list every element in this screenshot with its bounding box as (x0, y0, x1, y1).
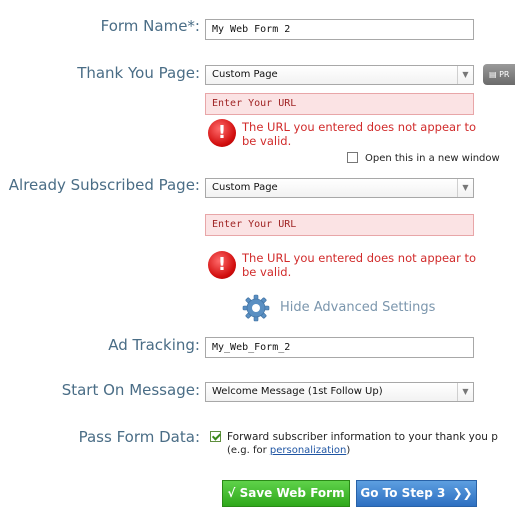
thank-you-page-select[interactable]: Custom Page ▼ (205, 65, 474, 85)
chevron-down-icon[interactable]: ▼ (457, 383, 473, 401)
double-chevron-right-icon: ❯❯ (452, 486, 473, 500)
start-on-message-label: Start On Message: (61, 381, 200, 399)
start-on-message-select-value: Welcome Message (1st Follow Up) (212, 386, 383, 397)
preview-icon: ▤ (489, 70, 500, 79)
chevron-down-icon[interactable]: ▼ (457, 179, 473, 197)
go-to-step-3-label: Go To Step 3 (360, 486, 446, 500)
gear-icon (242, 294, 270, 322)
thank-you-page-label: Thank You Page: (77, 64, 200, 82)
form-name-label: Form Name*: (100, 17, 200, 35)
thank-you-page-select-value: Custom Page (212, 69, 278, 80)
already-subscribed-select[interactable]: Custom Page ▼ (205, 178, 474, 198)
error-icon: ! (208, 119, 236, 147)
ad-tracking-label: Ad Tracking: (108, 336, 200, 354)
pass-form-data-label: Pass Form Data: (78, 428, 200, 446)
preview-button[interactable]: ▤ PR (483, 64, 515, 85)
thank-you-url-input[interactable]: Enter Your URL (205, 93, 474, 115)
chevron-down-icon[interactable]: ▼ (457, 66, 473, 84)
save-web-form-button[interactable]: √ Save Web Form (222, 480, 350, 507)
already-subscribed-url-input[interactable]: Enter Your URL (205, 214, 474, 236)
already-subscribed-url-error: The URL you entered does not appear to b… (242, 251, 476, 279)
forward-subscriber-checkbox[interactable] (210, 431, 221, 442)
already-subscribed-select-value: Custom Page (212, 182, 278, 193)
thank-you-url-error: The URL you entered does not appear to b… (242, 120, 476, 148)
preview-label: PR (499, 70, 510, 79)
hide-advanced-settings-label: Hide Advanced Settings (280, 300, 436, 315)
hint-prefix: (e.g. for (227, 445, 270, 456)
new-window-label: Open this in a new window (365, 153, 500, 164)
ad-tracking-input[interactable]: My_Web_Form_2 (205, 337, 474, 358)
new-window-checkbox[interactable] (347, 152, 358, 163)
form-name-input[interactable]: My Web Form 2 (205, 19, 474, 40)
error-icon: ! (208, 251, 236, 279)
already-subscribed-label: Already Subscribed Page: (8, 176, 200, 194)
forward-subscriber-text: Forward subscriber information to your t… (227, 431, 498, 443)
personalization-hint: (e.g. for personalization) (227, 445, 350, 456)
save-web-form-label: √ Save Web Form (227, 486, 345, 500)
hint-suffix: ) (346, 445, 351, 456)
start-on-message-select[interactable]: Welcome Message (1st Follow Up) ▼ (205, 382, 474, 402)
personalization-link[interactable]: personalization (270, 445, 347, 456)
go-to-step-3-button[interactable]: Go To Step 3 ❯❯ (356, 480, 477, 507)
